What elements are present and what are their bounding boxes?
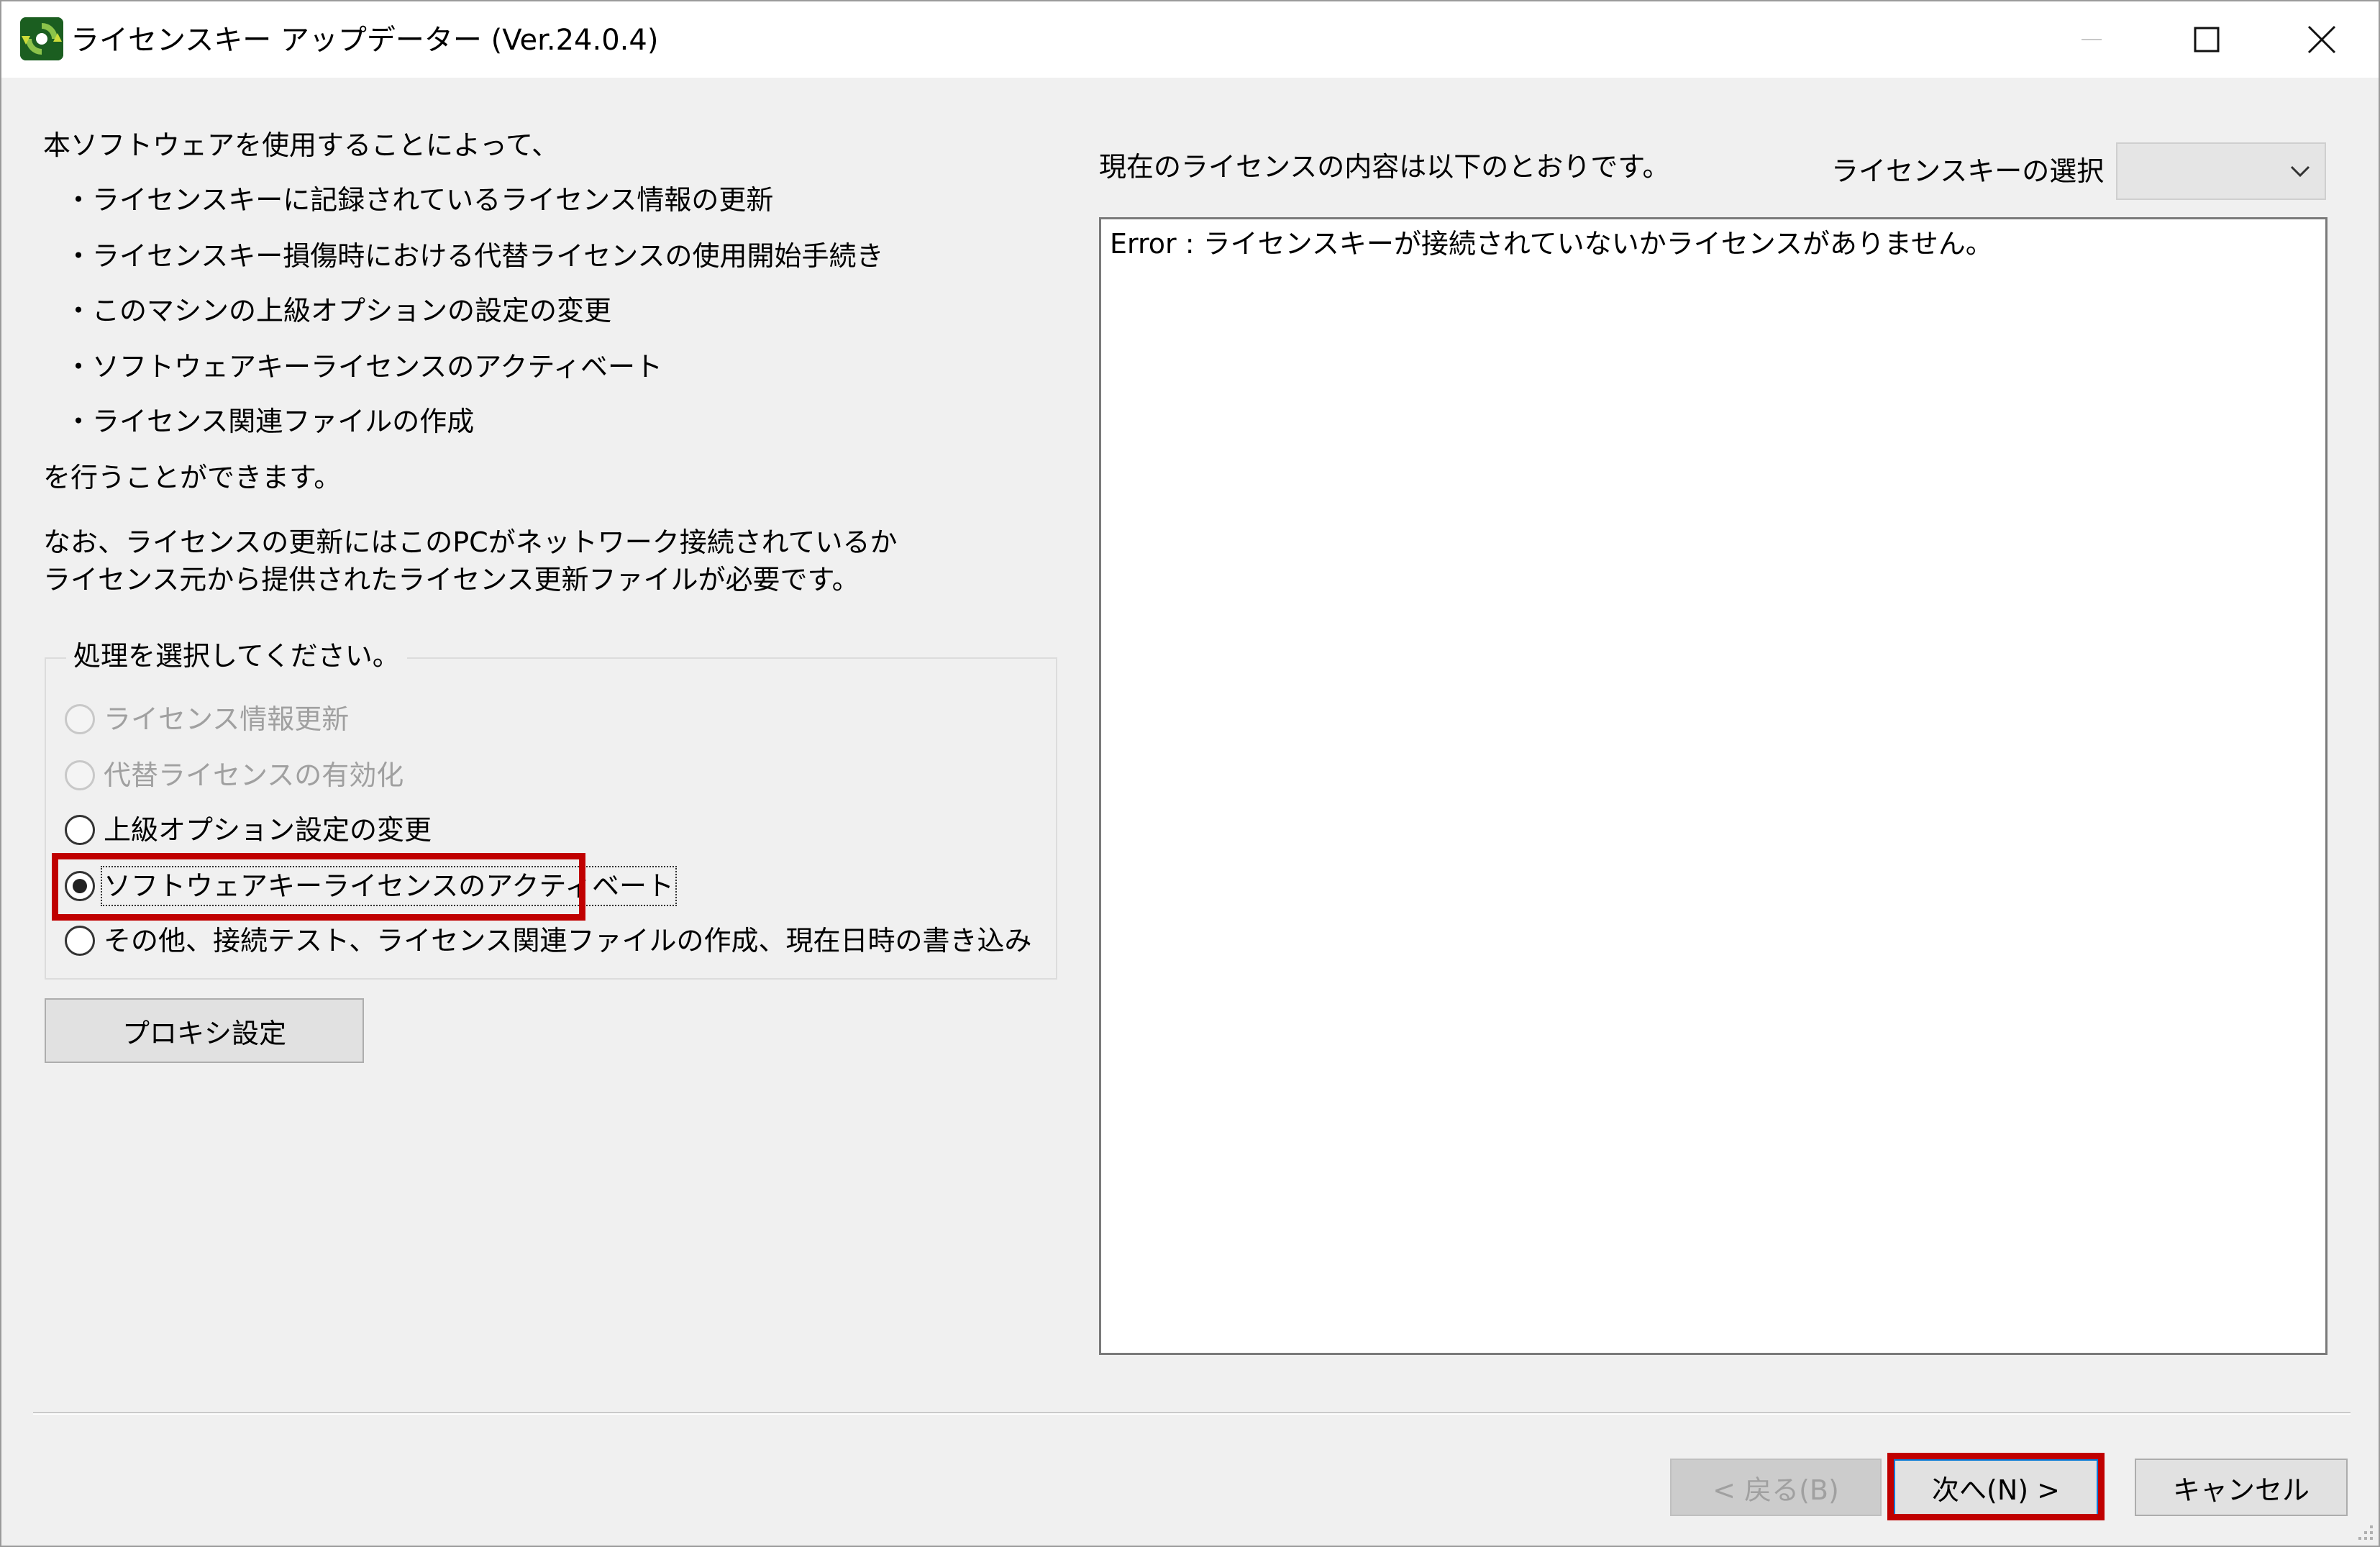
radio-button[interactable] [65,926,95,956]
cancel-button[interactable]: キャンセル [2135,1459,2348,1516]
minimize-button[interactable] [2034,1,2149,78]
window-title: ライセンスキー アップデーター (Ver.24.0.4) [70,24,659,57]
highlight-annotation [1887,1453,2105,1520]
updater-app-icon [20,17,63,60]
intro-note: ライセンス元から提供されたライセンス更新ファイルが必要です。 [43,564,860,595]
intro-bullet: ・ライセンスキーに記録されているライセンス情報の更新 [65,184,774,216]
title-bar[interactable]: ライセンスキー アップデーター (Ver.24.0.4) [1,1,2379,78]
radio-label: 上級オプション設定の変更 [104,814,432,846]
radio-license-info-update[interactable]: ライセンス情報更新 [65,698,349,741]
close-button[interactable] [2264,1,2379,78]
license-key-select[interactable] [2116,142,2326,200]
intro-bullet: ・ライセンス関連ファイルの作成 [65,406,475,437]
maximize-icon [2194,27,2220,53]
maximize-button[interactable] [2149,1,2264,78]
radio-button[interactable] [65,760,95,790]
license-info-textbox[interactable]: Error : ライセンスキーが接続されていないかライセンスがありません。 [1099,217,2327,1355]
radio-advanced-options[interactable]: 上級オプション設定の変更 [65,808,432,852]
radio-label: 代替ライセンスの有効化 [104,759,404,791]
radio-label: その他、接続テスト、ライセンス関連ファイルの作成、現在日時の書き込み [104,925,1032,957]
proxy-settings-button[interactable]: プロキシ設定 [45,998,364,1063]
license-key-select-label: ライセンスキーの選択 [1831,155,2105,187]
radio-other-tools[interactable]: その他、接続テスト、ライセンス関連ファイルの作成、現在日時の書き込み [65,919,1031,962]
intro-bullet: ・このマシンの上級オプションの設定の変更 [65,295,612,327]
license-info-heading: 現在のライセンスの内容は以下のとおりです。 [1099,151,1670,183]
minimize-icon [2082,39,2102,40]
intro-bullet: ・ライセンスキー損傷時における代替ライセンスの使用開始手続き [65,240,884,272]
updater-window: ライセンスキー アップデーター (Ver.24.0.4) 本ソフトウェアを使用す… [0,0,2380,1547]
process-group-legend: 処理を選択してください。 [66,637,407,675]
radio-label: ライセンス情報更新 [104,703,350,735]
radio-button[interactable] [65,704,95,734]
highlight-annotation [52,853,585,921]
process-groupbox: 処理を選択してください。 ライセンス情報更新 代替ライセンスの有効化 上級オプシ… [45,637,1057,980]
intro-bullet: ・ソフトウェアキーライセンスのアクティベート [65,351,663,383]
radio-button[interactable] [65,815,95,845]
close-icon [2307,25,2336,54]
footer-separator [33,1413,2351,1415]
intro-line: 本ソフトウェアを使用することによって、 [43,129,560,161]
radio-alternate-license[interactable]: 代替ライセンスの有効化 [65,754,403,797]
chevron-down-icon [2290,165,2310,178]
intro-line-end: を行うことができます。 [43,462,342,493]
back-button[interactable]: < 戻る(B) [1670,1459,1882,1516]
intro-note: なお、ライセンスの更新にはこのPCがネットワーク接続されているか [43,526,898,558]
license-info-text: Error : ライセンスキーが接続されていないかライセンスがありません。 [1110,228,1993,260]
resize-grip-icon[interactable] [2354,1521,2374,1541]
